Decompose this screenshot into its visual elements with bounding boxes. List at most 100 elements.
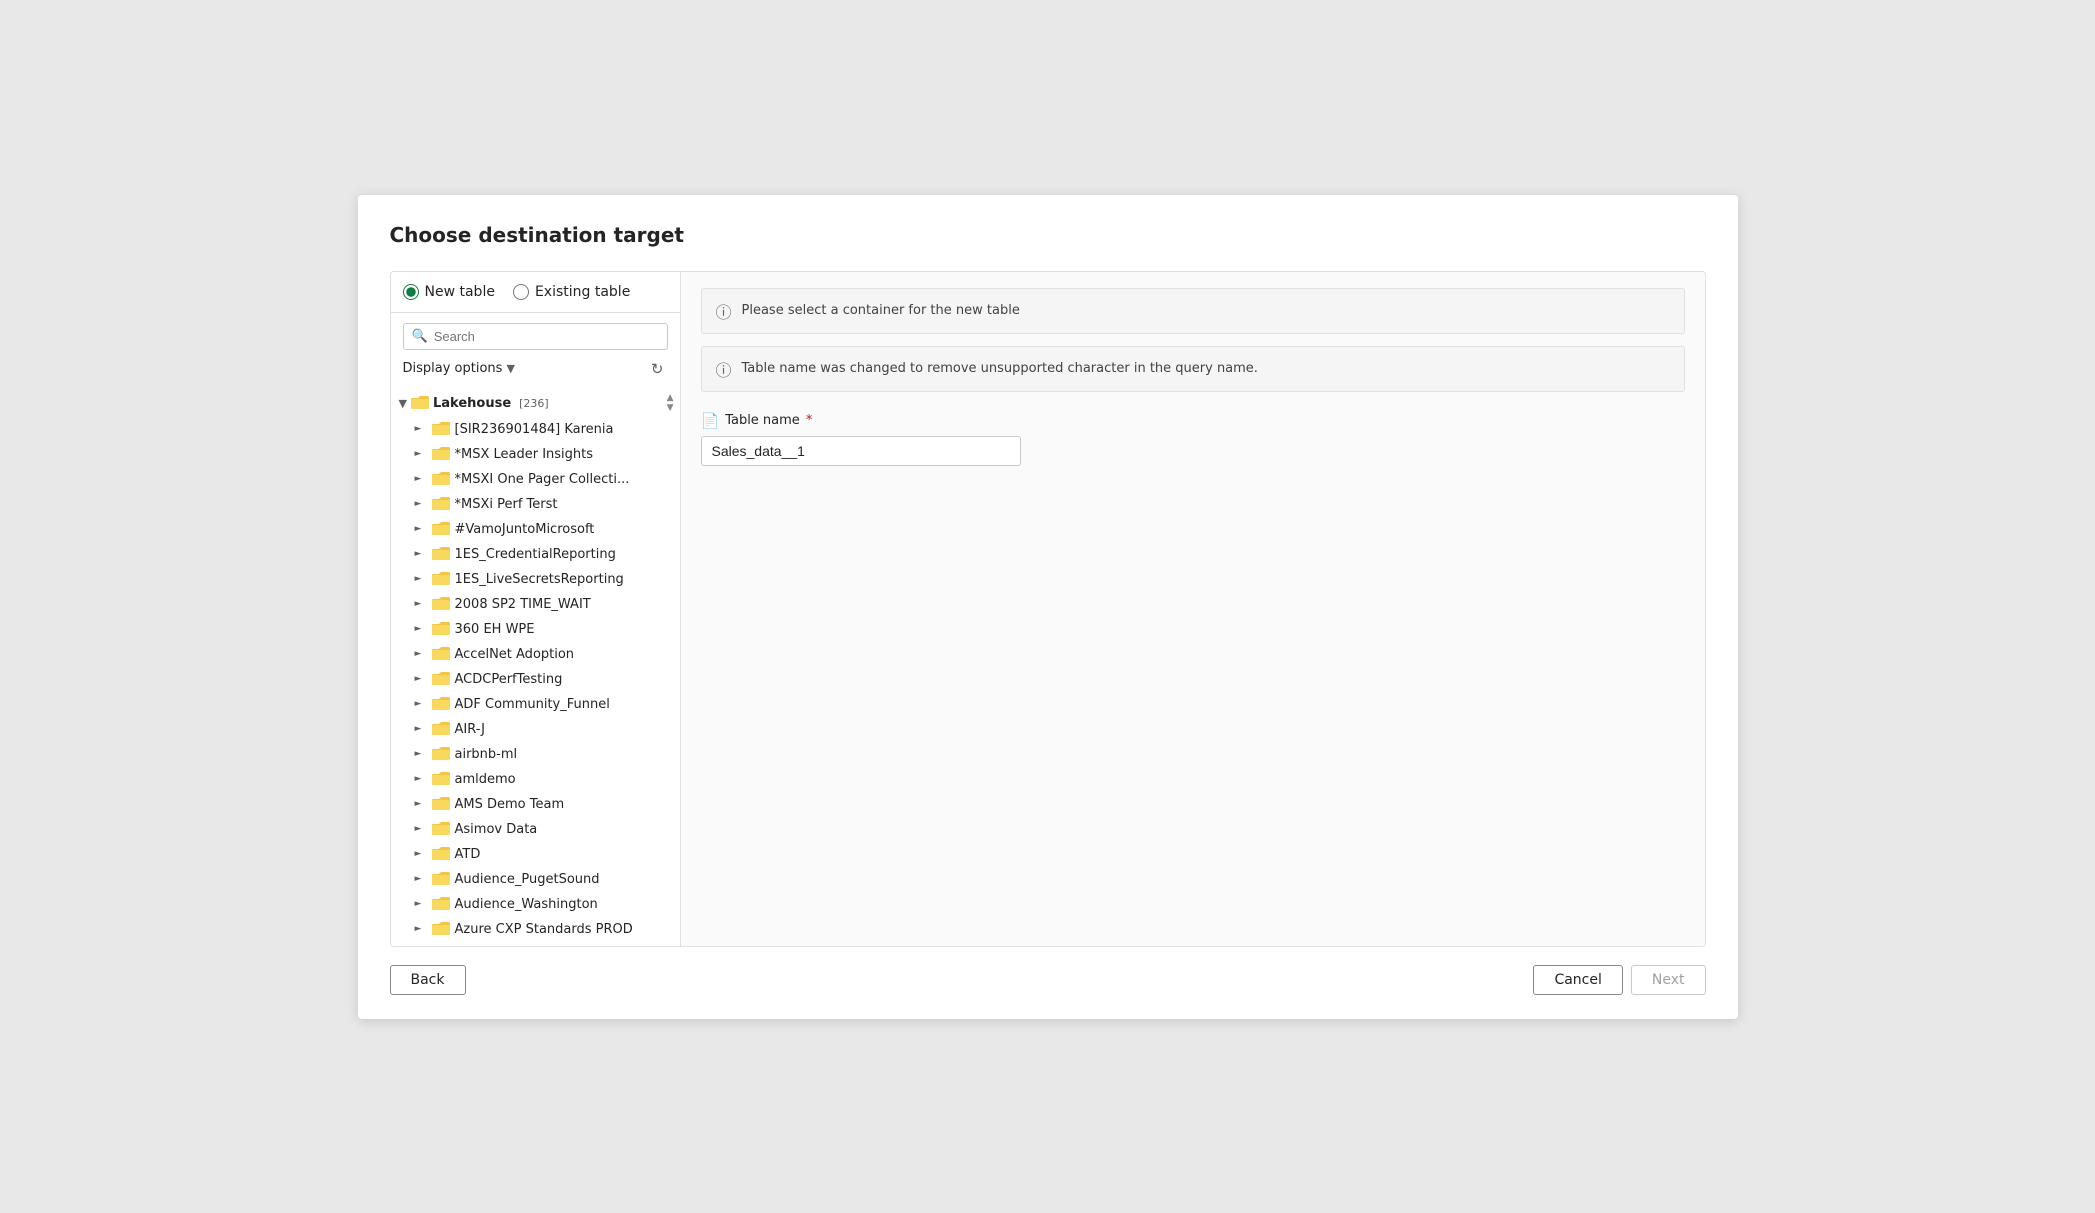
tree-item[interactable]: ► airbnb-ml xyxy=(391,742,680,767)
chevron-right-icon: ► xyxy=(415,849,427,859)
scroll-arrows: ▲ ▼ xyxy=(667,394,674,413)
chevron-right-icon: ► xyxy=(415,699,427,709)
radio-group: New table Existing table xyxy=(391,284,680,313)
refresh-button[interactable]: ↻ xyxy=(647,358,668,380)
tree-item[interactable]: ► *MSXi Perf Terst xyxy=(391,492,680,517)
tree-item[interactable]: ► *MSXI One Pager Collecti... xyxy=(391,467,680,492)
folder-icon xyxy=(432,445,450,464)
tree-item[interactable]: ► AMS Demo Team xyxy=(391,792,680,817)
chevron-right-icon: ► xyxy=(415,899,427,909)
dialog-footer: Back Cancel Next xyxy=(390,947,1706,995)
tree-item[interactable]: ► Asimov Data xyxy=(391,817,680,842)
tree-item-label: 2008 SP2 TIME_WAIT xyxy=(455,597,591,612)
tree-item-label: #VamoJuntoMicrosoft xyxy=(455,522,595,537)
tree-root-label: Lakehouse xyxy=(433,396,511,411)
folder-icon xyxy=(432,745,450,764)
dialog-container: Choose destination target New table Exis… xyxy=(358,195,1738,1019)
tree-item[interactable]: ► 1ES_LiveSecretsReporting xyxy=(391,567,680,592)
chevron-right-icon: ► xyxy=(415,574,427,584)
tree-item[interactable]: ► ACDCPerfTesting xyxy=(391,667,680,692)
banner1-text: Please select a container for the new ta… xyxy=(742,303,1020,318)
tree-item[interactable]: ► ATD xyxy=(391,842,680,867)
chevron-right-icon: ► xyxy=(415,549,427,559)
chevron-right-icon: ► xyxy=(415,774,427,784)
tree-item-label: *MSX Leader Insights xyxy=(455,447,594,462)
tree-item-label: ATD xyxy=(455,847,481,862)
tree-item[interactable]: ► #VamoJuntoMicrosoft xyxy=(391,517,680,542)
tree-item[interactable]: ► amldemo xyxy=(391,767,680,792)
tree-container[interactable]: ▼ Lakehouse [236] ▲ ▼ xyxy=(391,386,680,946)
display-options-label[interactable]: Display options xyxy=(403,361,503,376)
folder-icon xyxy=(432,695,450,714)
chevron-right-icon: ► xyxy=(415,674,427,684)
tree-root-row: ▼ Lakehouse [236] ▲ ▼ xyxy=(391,390,680,417)
folder-icon xyxy=(432,895,450,914)
chevron-right-icon: ► xyxy=(415,474,427,484)
search-box: 🔍 xyxy=(403,323,668,350)
chevron-right-icon: ► xyxy=(415,799,427,809)
tree-item[interactable]: ► 2008 SP2 TIME_WAIT xyxy=(391,592,680,617)
tree-item-label: Audience_PugetSound xyxy=(455,872,600,887)
chevron-right-icon: ► xyxy=(415,524,427,534)
collapse-icon: ▼ xyxy=(399,397,407,410)
tree-item[interactable]: ► ADF Community_Funnel xyxy=(391,692,680,717)
search-input[interactable] xyxy=(434,329,659,344)
left-panel: New table Existing table 🔍 Display optio… xyxy=(391,272,681,946)
chevron-right-icon: ► xyxy=(415,449,427,459)
form-section: 📄 Table name * xyxy=(701,412,1685,466)
chevron-right-icon: ► xyxy=(415,824,427,834)
tree-item[interactable]: ► 1ES_CredentialReporting xyxy=(391,542,680,567)
folder-icon xyxy=(432,770,450,789)
folder-icon xyxy=(432,820,450,839)
tree-item-label: 1ES_LiveSecretsReporting xyxy=(455,572,624,587)
folder-icon xyxy=(432,570,450,589)
folder-icon xyxy=(432,870,450,889)
chevron-right-icon: ► xyxy=(415,924,427,934)
folder-icon xyxy=(432,720,450,739)
tree-item-label: ACDCPerfTesting xyxy=(455,672,563,687)
folder-icon xyxy=(432,495,450,514)
tree-item-label: [SIR236901484] Karenia xyxy=(455,422,614,437)
tree-item-label: *MSXi Perf Terst xyxy=(455,497,558,512)
radio-new-table[interactable]: New table xyxy=(403,284,495,300)
tree-item[interactable]: ► AccelNet Adoption xyxy=(391,642,680,667)
banner2-text: Table name was changed to remove unsuppo… xyxy=(742,361,1258,376)
folder-icon xyxy=(432,920,450,939)
folder-icon-root xyxy=(411,394,429,413)
tree-item-label: airbnb-ml xyxy=(455,747,518,762)
tree-item-label: 360 EH WPE xyxy=(455,622,535,637)
search-icon: 🔍 xyxy=(412,329,428,344)
tree-item-label: AIR-J xyxy=(455,722,485,737)
display-options-row: Display options ▼ ↻ xyxy=(391,354,680,386)
tree-item-label: *MSXI One Pager Collecti... xyxy=(455,472,630,487)
table-name-input[interactable] xyxy=(701,436,1021,466)
chevron-right-icon: ► xyxy=(415,749,427,759)
field-label-text: Table name xyxy=(725,413,800,428)
tree-item[interactable]: ► Audience_PugetSound xyxy=(391,867,680,892)
folder-icon xyxy=(432,645,450,664)
next-button[interactable]: Next xyxy=(1631,965,1706,995)
chevron-right-icon: ► xyxy=(415,649,427,659)
tree-item[interactable]: ► 360 EH WPE xyxy=(391,617,680,642)
folder-icon xyxy=(432,670,450,689)
cancel-button[interactable]: Cancel xyxy=(1533,965,1622,995)
tree-item-label: amldemo xyxy=(455,772,516,787)
tree-item[interactable]: ► *MSX Leader Insights xyxy=(391,442,680,467)
back-button[interactable]: Back xyxy=(390,965,466,995)
tree-item[interactable]: ► Audience_Washington xyxy=(391,892,680,917)
tree-item-label: AccelNet Adoption xyxy=(455,647,575,662)
warning-banner-table-name: ⓘ Table name was changed to remove unsup… xyxy=(701,346,1685,392)
tree-item[interactable]: ► [SIR236901484] Karenia xyxy=(391,417,680,442)
folder-icon xyxy=(432,595,450,614)
tree-item[interactable]: ► Azure CXP Standards PROD xyxy=(391,917,680,942)
radio-existing-table-input[interactable] xyxy=(513,284,529,300)
radio-existing-table[interactable]: Existing table xyxy=(513,284,630,300)
folder-icon xyxy=(432,795,450,814)
radio-new-table-input[interactable] xyxy=(403,284,419,300)
chevron-down-icon: ▼ xyxy=(506,362,514,375)
folder-icon xyxy=(432,420,450,439)
tree-item[interactable]: ► AIR-J xyxy=(391,717,680,742)
tree-root-lakehouse[interactable]: ▼ Lakehouse [236] xyxy=(391,390,667,417)
info-icon-2: ⓘ xyxy=(716,357,732,381)
folder-icon xyxy=(432,620,450,639)
